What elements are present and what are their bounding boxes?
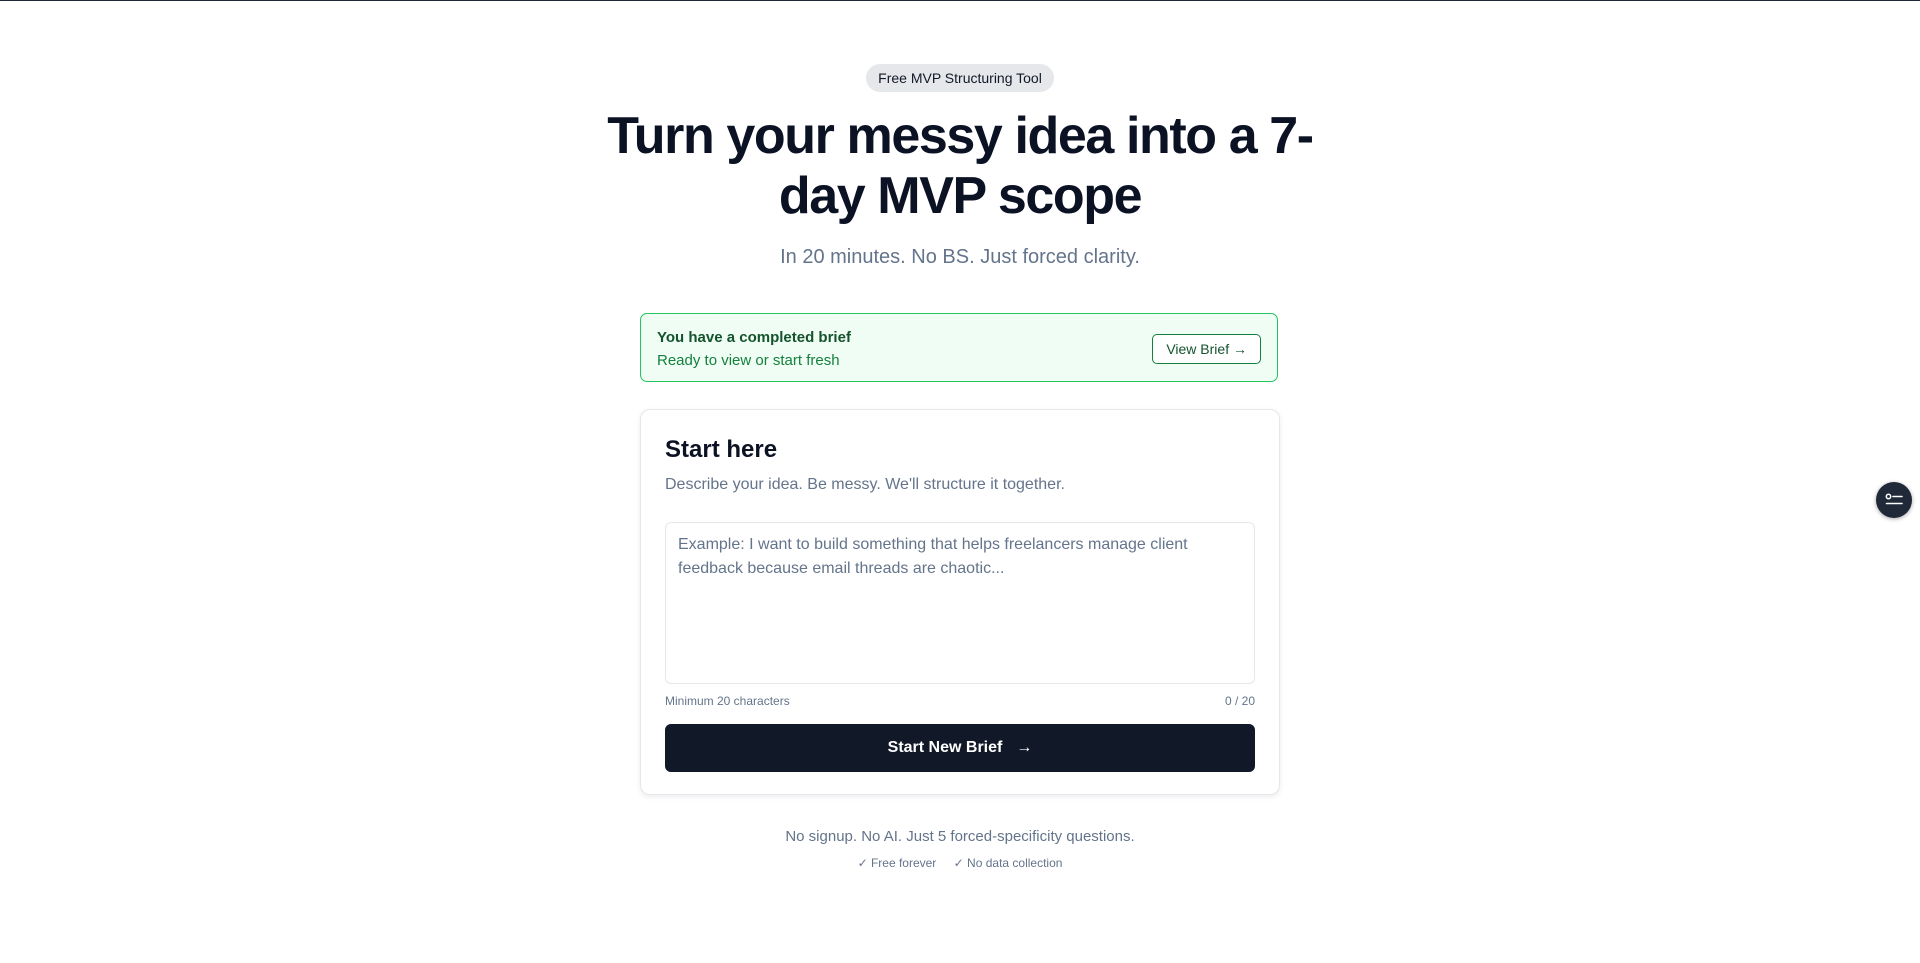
min-characters-hint: Minimum 20 characters — [665, 694, 790, 708]
start-button-label: Start New Brief — [887, 739, 1003, 756]
footer-checks: ✓ Free forever ✓ No data collection — [0, 856, 1920, 870]
idea-input[interactable] — [665, 522, 1255, 684]
floating-menu-button[interactable] — [1876, 482, 1912, 518]
card-subtitle: Describe your idea. Be messy. We'll stru… — [665, 476, 1065, 493]
page-title: Turn your messy idea into a 7-day MVP sc… — [607, 107, 1314, 225]
page-subtitle: In 20 minutes. No BS. Just forced clarit… — [780, 246, 1140, 268]
view-brief-button[interactable]: View Brief → — [1152, 334, 1261, 364]
notice-title: You have a completed brief — [657, 329, 851, 346]
start-new-brief-button[interactable]: Start New Brief → — [665, 724, 1255, 772]
character-counter: 0 / 20 — [1224, 694, 1255, 708]
no-data-collection-check: ✓ No data collection — [953, 856, 1063, 870]
completed-brief-notice: You have a completed brief Ready to view… — [640, 313, 1278, 382]
top-border — [0, 0, 1920, 1]
page: Free MVP Structuring Tool Turn your mess… — [0, 0, 1920, 963]
start-card: Start here Describe your idea. Be messy.… — [640, 409, 1280, 795]
list-settings-icon — [1885, 493, 1903, 505]
arrow-right-icon: → — [1016, 739, 1033, 756]
tool-badge: Free MVP Structuring Tool — [866, 64, 1054, 92]
hero-section: Free MVP Structuring Tool Turn your mess… — [0, 64, 1920, 270]
card-title: Start here — [665, 436, 778, 463]
footer-line: No signup. No AI. Just 5 forced-specific… — [785, 828, 1135, 845]
notice-subtitle: Ready to view or start fresh — [657, 352, 840, 369]
free-forever-check: ✓ Free forever — [857, 856, 937, 870]
